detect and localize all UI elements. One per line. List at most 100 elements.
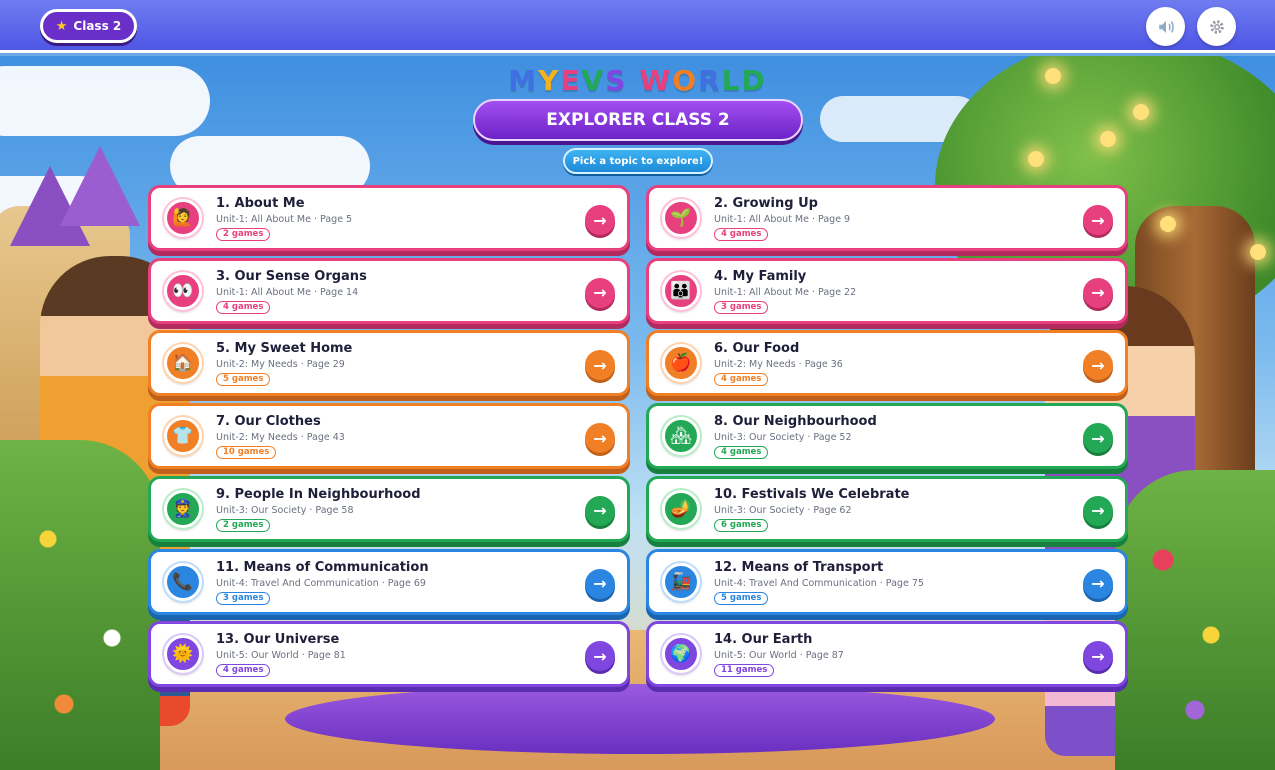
arrow-right-icon[interactable]: → <box>585 641 615 672</box>
topic-title: 6. Our Food <box>714 341 800 357</box>
games-count-badge: 11 games <box>714 664 775 678</box>
arrow-right-icon[interactable]: → <box>1083 568 1113 599</box>
topic-title: 1. About Me <box>216 196 305 211</box>
games-count-badge: 4 games <box>714 446 769 460</box>
stage-platform <box>285 684 995 754</box>
topic-title: 14. Our Earth <box>714 632 813 648</box>
games-count-badge: 3 games <box>216 591 271 605</box>
topic-card[interactable]: 👕 7. Our Clothes Unit-2: My Needs · Page 4… <box>148 403 630 470</box>
topic-title: 7. Our Clothes <box>216 414 321 430</box>
topic-subtitle: Unit-3: Our Society · Page 52 <box>714 432 852 444</box>
flowers-left <box>0 440 160 770</box>
logo-letter: D <box>741 64 767 97</box>
topic-card[interactable]: 🪔 10. Festivals We Celebrate Unit-3: Our S… <box>646 475 1128 542</box>
topic-icon: 🙋 <box>164 199 202 237</box>
topic-icon: 🏘 <box>662 417 700 456</box>
gear-icon <box>1209 19 1224 34</box>
topic-icon: 🪔 <box>662 489 700 528</box>
arrow-right-icon[interactable]: → <box>585 205 615 235</box>
logo-letter: L <box>721 64 742 97</box>
arrow-right-icon[interactable]: → <box>585 277 615 308</box>
logo-letter: R <box>698 64 722 97</box>
topic-icon: 👮 <box>164 489 202 528</box>
topic-icon: 🍎 <box>662 344 700 383</box>
topic-card[interactable]: 👪 4. My Family Unit-1: All About Me · Page… <box>646 257 1128 324</box>
games-count-badge: 4 games <box>216 664 271 678</box>
arrow-right-icon[interactable]: → <box>1083 350 1113 381</box>
arrow-right-icon[interactable]: → <box>1083 423 1113 454</box>
string-light <box>1100 131 1116 147</box>
topic-card[interactable]: 🙋 1. About Me Unit-1: All About Me · Page … <box>148 185 630 251</box>
string-light <box>1250 244 1266 260</box>
games-count-badge: 10 games <box>216 446 277 460</box>
topic-title: 9. People In Neighbourhood <box>216 486 421 502</box>
topic-title: 12. Means of Transport <box>714 559 884 575</box>
topic-subtitle: Unit-3: Our Society · Page 58 <box>216 504 354 516</box>
page-subtitle: Pick a topic to explore! <box>563 148 713 174</box>
topic-icon: 🌍 <box>662 635 700 674</box>
topic-card[interactable]: 🍎 6. Our Food Unit-2: My Needs · Page 36 4 … <box>646 330 1128 397</box>
topic-icon: 👕 <box>164 417 202 456</box>
topic-icon: 👪 <box>662 271 700 310</box>
logo-letter: Y <box>538 64 561 97</box>
topic-card[interactable]: 🚂 12. Means of Transport Unit-4: Travel An… <box>646 548 1128 615</box>
arrow-right-icon[interactable]: → <box>585 495 615 526</box>
topic-icon: 🚂 <box>662 562 700 601</box>
speaker-icon <box>1158 20 1174 33</box>
string-light <box>1028 151 1044 167</box>
arrow-right-icon[interactable]: → <box>1083 277 1113 308</box>
arrow-right-icon[interactable]: → <box>1083 495 1113 526</box>
topic-subtitle: Unit-1: All About Me · Page 14 <box>216 286 359 298</box>
castle-roof <box>60 146 140 226</box>
games-count-badge: 5 games <box>714 591 769 605</box>
games-count-badge: 4 games <box>714 373 769 387</box>
topic-card[interactable]: 🌱 2. Growing Up Unit-1: All About Me · Pag… <box>646 185 1128 251</box>
topic-title: 10. Festivals We Celebrate <box>714 486 910 502</box>
topic-card[interactable]: 👀 3. Our Sense Organs Unit-1: All About Me… <box>148 257 630 324</box>
top-bar: ★ Class 2 <box>0 0 1275 53</box>
logo-letter: W <box>639 64 673 97</box>
arrow-right-icon[interactable]: → <box>1083 641 1113 672</box>
topic-subtitle: Unit-1: All About Me · Page 5 <box>216 214 353 225</box>
topic-card[interactable]: 🏠 5. My Sweet Home Unit-2: My Needs · Page… <box>148 330 630 397</box>
topic-title: 8. Our Neighbourhood <box>714 414 877 430</box>
topic-title: 11. Means of Communication <box>216 559 429 575</box>
topic-icon: 📞 <box>164 562 202 601</box>
arrow-right-icon[interactable]: → <box>585 568 615 599</box>
class-selector-button[interactable]: ★ Class 2 <box>40 9 137 43</box>
settings-button[interactable] <box>1197 7 1236 46</box>
flowers-right <box>1115 470 1275 770</box>
topic-card[interactable]: 🌍 14. Our Earth Unit-5: Our World · Page 8… <box>646 621 1128 688</box>
arrow-right-icon[interactable]: → <box>585 350 615 381</box>
arrow-right-icon[interactable]: → <box>585 423 615 454</box>
topic-subtitle: Unit-3: Our Society · Page 62 <box>714 504 852 516</box>
topic-title: 4. My Family <box>714 268 807 284</box>
topic-icon: 🏠 <box>164 344 202 383</box>
games-count-badge: 2 games <box>216 518 271 532</box>
topic-card[interactable]: 📞 11. Means of Communication Unit-4: Trave… <box>148 548 630 615</box>
topic-title: 2. Growing Up <box>714 196 818 211</box>
topic-subtitle: Unit-4: Travel And Communication · Page … <box>216 577 426 589</box>
topic-card[interactable]: 👮 9. People In Neighbourhood Unit-3: Our S… <box>148 475 630 542</box>
topic-card[interactable]: 🌞 13. Our Universe Unit-5: Our World · Pag… <box>148 621 630 688</box>
games-count-badge: 4 games <box>714 228 769 241</box>
topic-title: 13. Our Universe <box>216 632 340 648</box>
arrow-right-icon[interactable]: → <box>1083 205 1113 235</box>
logo-letter: O <box>672 64 699 97</box>
topic-subtitle: Unit-5: Our World · Page 81 <box>216 650 346 662</box>
app-logo: MYEVS WORLD <box>0 64 1275 97</box>
string-light <box>1160 216 1176 232</box>
topic-title: 5. My Sweet Home <box>216 341 353 357</box>
page-title: EXPLORER CLASS 2 <box>473 99 803 141</box>
topic-subtitle: Unit-1: All About Me · Page 9 <box>714 214 851 225</box>
string-light <box>1133 104 1149 120</box>
topic-card[interactable]: 🏘 8. Our Neighbourhood Unit-3: Our Society… <box>646 403 1128 470</box>
logo-letter: V <box>581 64 606 97</box>
topic-subtitle: Unit-2: My Needs · Page 43 <box>216 432 345 444</box>
sound-button[interactable] <box>1146 7 1185 46</box>
star-icon: ★ <box>55 18 68 34</box>
logo-letter: E <box>560 64 582 97</box>
topic-subtitle: Unit-2: My Needs · Page 29 <box>216 359 345 371</box>
topic-subtitle: Unit-5: Our World · Page 87 <box>714 650 844 662</box>
topic-title: 3. Our Sense Organs <box>216 268 367 284</box>
